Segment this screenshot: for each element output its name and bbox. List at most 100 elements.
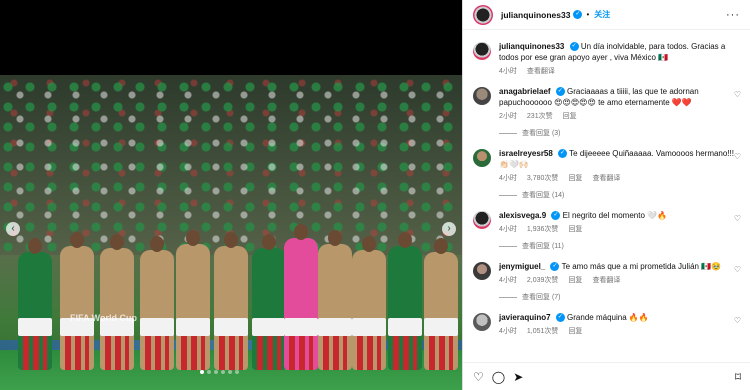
share-icon[interactable]: ➤ bbox=[513, 370, 523, 384]
reply-button[interactable]: 回复 bbox=[568, 275, 582, 285]
comment-time[interactable]: 4小时 bbox=[499, 224, 517, 234]
view-replies-label: 查看回复 (7) bbox=[522, 294, 561, 301]
commenter-username[interactable]: javieraquino7 bbox=[499, 313, 551, 322]
follow-button[interactable]: 关注 bbox=[594, 9, 610, 20]
player-figure bbox=[252, 234, 286, 370]
like-comment-icon[interactable]: ♡ bbox=[734, 265, 741, 274]
comment-time[interactable]: 2小时 bbox=[499, 111, 517, 121]
player-figure bbox=[214, 232, 248, 370]
like-comment-icon[interactable]: ♡ bbox=[734, 90, 741, 99]
comment-icon[interactable]: ◯ bbox=[492, 370, 505, 384]
comment-likes[interactable]: 3,780次赞 bbox=[527, 173, 559, 183]
previous-slide-button[interactable]: ‹ bbox=[6, 222, 20, 236]
player-figure bbox=[284, 224, 318, 370]
player-figure bbox=[318, 230, 352, 370]
player-figure bbox=[352, 236, 386, 370]
comment-text: El negrito del momento 🤍🔥 bbox=[562, 211, 668, 220]
commenter-avatar[interactable] bbox=[473, 313, 491, 331]
post-action-bar: ♡ ◯ ➤ ⌑ bbox=[463, 362, 750, 390]
like-comment-icon[interactable]: ♡ bbox=[734, 316, 741, 325]
player-figure bbox=[18, 238, 52, 370]
verified-badge-icon: ✓ bbox=[558, 149, 568, 159]
view-replies-link[interactable]: 查看回复 (7) bbox=[499, 292, 741, 302]
player-figure bbox=[140, 236, 174, 370]
player-figure bbox=[100, 234, 134, 370]
view-replies-link[interactable]: 查看回复 (3) bbox=[499, 128, 741, 138]
verified-badge-icon: ✓ bbox=[569, 42, 579, 52]
slide-dot bbox=[221, 370, 225, 374]
verified-badge-icon: ✓ bbox=[555, 313, 565, 323]
celebrating-players bbox=[0, 185, 462, 370]
slide-dot bbox=[214, 370, 218, 374]
comments-list[interactable]: julianquinones33 ✓ Un día inolvidable, p… bbox=[463, 31, 750, 361]
author-username[interactable]: julianquinones33 bbox=[501, 10, 570, 20]
view-replies-link[interactable]: 查看回复 (14) bbox=[499, 190, 741, 200]
comment-likes[interactable]: 231次赞 bbox=[527, 111, 553, 121]
commenter-avatar[interactable] bbox=[473, 262, 491, 280]
heart-outline-icon[interactable]: ♡ bbox=[473, 370, 484, 384]
caption-avatar[interactable] bbox=[473, 42, 491, 60]
commenter-avatar[interactable] bbox=[473, 149, 491, 167]
like-comment-icon[interactable]: ♡ bbox=[734, 152, 741, 161]
comment-item: jenymiguel_ ✓ Te amo más que a mi promet… bbox=[473, 261, 741, 285]
author-avatar[interactable] bbox=[473, 4, 493, 25]
player-figure bbox=[424, 238, 458, 370]
slide-dot bbox=[200, 370, 204, 374]
header-separator: • bbox=[586, 10, 590, 19]
comment-time[interactable]: 4小时 bbox=[499, 326, 517, 336]
slide-dot bbox=[228, 370, 232, 374]
translate-link[interactable]: 查看翻译 bbox=[592, 275, 620, 285]
commenter-avatar[interactable] bbox=[473, 87, 491, 105]
reply-button[interactable]: 回复 bbox=[568, 224, 582, 234]
reply-button[interactable]: 回复 bbox=[563, 111, 577, 121]
reply-button[interactable]: 回复 bbox=[568, 326, 582, 336]
caption-time[interactable]: 4小时 bbox=[499, 66, 517, 76]
comment-likes[interactable]: 1,936次赞 bbox=[527, 224, 559, 234]
post-side-panel: julianquinones33 ✓ • 关注 ··· julianquinon… bbox=[462, 0, 750, 390]
reply-button[interactable]: 回复 bbox=[568, 173, 582, 183]
comment-item: anagabrielaef ✓ Graciaaaas a tiiiii, las… bbox=[473, 86, 741, 121]
commenter-username[interactable]: jenymiguel_ bbox=[499, 262, 545, 271]
verified-badge-icon: ✓ bbox=[551, 211, 561, 221]
commenter-username[interactable]: alexisvega.9 bbox=[499, 211, 546, 220]
post-media: FIFA World Cup ‹ › bbox=[0, 0, 462, 390]
instagram-post-view: FIFA World Cup ‹ › julianquinones33 ✓ • … bbox=[0, 0, 750, 390]
view-replies-label: 查看回复 (11) bbox=[522, 243, 564, 250]
verified-badge-icon: ✓ bbox=[573, 10, 583, 19]
more-options-icon[interactable]: ··· bbox=[726, 9, 740, 21]
player-figure bbox=[60, 232, 94, 370]
post-caption: julianquinones33 ✓ Un día inolvidable, p… bbox=[473, 41, 741, 76]
like-comment-icon[interactable]: ♡ bbox=[734, 214, 741, 223]
view-replies-label: 查看回复 (3) bbox=[522, 130, 561, 137]
comment-text: Te amo más que a mi prometida Julián 🇲🇽🥹 bbox=[561, 262, 722, 271]
fifa-watermark: FIFA World Cup bbox=[70, 313, 137, 323]
slide-dot bbox=[207, 370, 211, 374]
player-figure bbox=[176, 230, 210, 370]
player-figure bbox=[388, 232, 422, 370]
comment-time[interactable]: 4小时 bbox=[499, 173, 517, 183]
verified-badge-icon: ✓ bbox=[550, 262, 560, 272]
caption-translate-link[interactable]: 查看翻译 bbox=[527, 66, 555, 76]
comment-text: Grande máquina 🔥🔥 bbox=[567, 313, 649, 322]
comment-item: alexisvega.9 ✓ El negrito del momento 🤍🔥… bbox=[473, 210, 741, 234]
commenter-username[interactable]: anagabrielaef bbox=[499, 87, 551, 96]
view-replies-link[interactable]: 查看回复 (11) bbox=[499, 241, 741, 251]
slide-dot bbox=[235, 370, 239, 374]
commenter-username[interactable]: israelreyesr58 bbox=[499, 149, 553, 158]
post-photo[interactable]: FIFA World Cup bbox=[0, 75, 462, 390]
chevron-right-icon: › bbox=[447, 223, 451, 234]
slide-indicator bbox=[200, 370, 239, 374]
caption-username[interactable]: julianquinones33 bbox=[499, 42, 564, 51]
verified-badge-icon: ✓ bbox=[555, 87, 565, 97]
next-slide-button[interactable]: › bbox=[442, 222, 456, 236]
comment-item: israelreyesr58 ✓ Te dijeeeee Quiñaaaaa. … bbox=[473, 148, 741, 183]
chevron-left-icon: ‹ bbox=[11, 223, 15, 234]
comment-item: javieraquino7 ✓ Grande máquina 🔥🔥 4小时 1,… bbox=[473, 312, 741, 336]
bookmark-icon[interactable]: ⌑ bbox=[735, 370, 741, 384]
commenter-avatar[interactable] bbox=[473, 211, 491, 229]
translate-link[interactable]: 查看翻译 bbox=[592, 173, 620, 183]
comment-likes[interactable]: 1,051次赞 bbox=[527, 326, 559, 336]
comment-likes[interactable]: 2,039次赞 bbox=[527, 275, 559, 285]
view-replies-label: 查看回复 (14) bbox=[522, 192, 565, 199]
comment-time[interactable]: 4小时 bbox=[499, 275, 517, 285]
